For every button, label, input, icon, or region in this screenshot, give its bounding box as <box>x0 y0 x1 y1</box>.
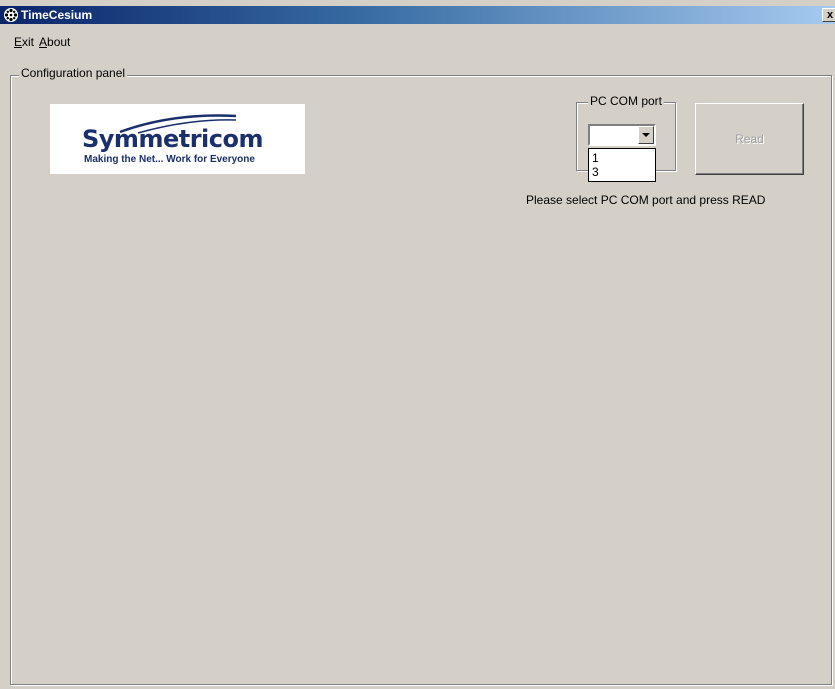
window-title: TimeCesium <box>21 8 93 22</box>
list-item[interactable]: 1 <box>592 151 599 165</box>
configuration-panel-label: Configuration panel <box>19 66 128 80</box>
close-button[interactable]: x <box>822 8 835 22</box>
status-message: Please select PC COM port and press READ <box>526 193 766 207</box>
read-button[interactable]: Read <box>695 103 804 175</box>
title-bar[interactable]: TimeCesium x <box>0 6 835 24</box>
logo-wordmark: Symmetricom <box>82 125 263 153</box>
company-logo: Symmetricom Making the Net... Work for E… <box>50 104 305 174</box>
menu-item-exit[interactable]: Exit <box>14 33 34 51</box>
com-port-options-list[interactable]: 1 3 <box>588 148 656 182</box>
app-window: TimeCesium x Exit About Configuration pa… <box>0 0 835 689</box>
logo-tagline: Making the Net... Work for Everyone <box>84 154 255 165</box>
list-item[interactable]: 3 <box>592 165 599 179</box>
com-port-select[interactable] <box>588 124 656 146</box>
menu-item-about[interactable]: About <box>39 33 70 51</box>
dropdown-button[interactable] <box>638 126 654 144</box>
com-port-label: PC COM port <box>588 94 665 108</box>
menu-bar: Exit About <box>0 33 835 51</box>
chevron-down-icon <box>642 133 650 137</box>
gear-icon <box>4 8 18 22</box>
